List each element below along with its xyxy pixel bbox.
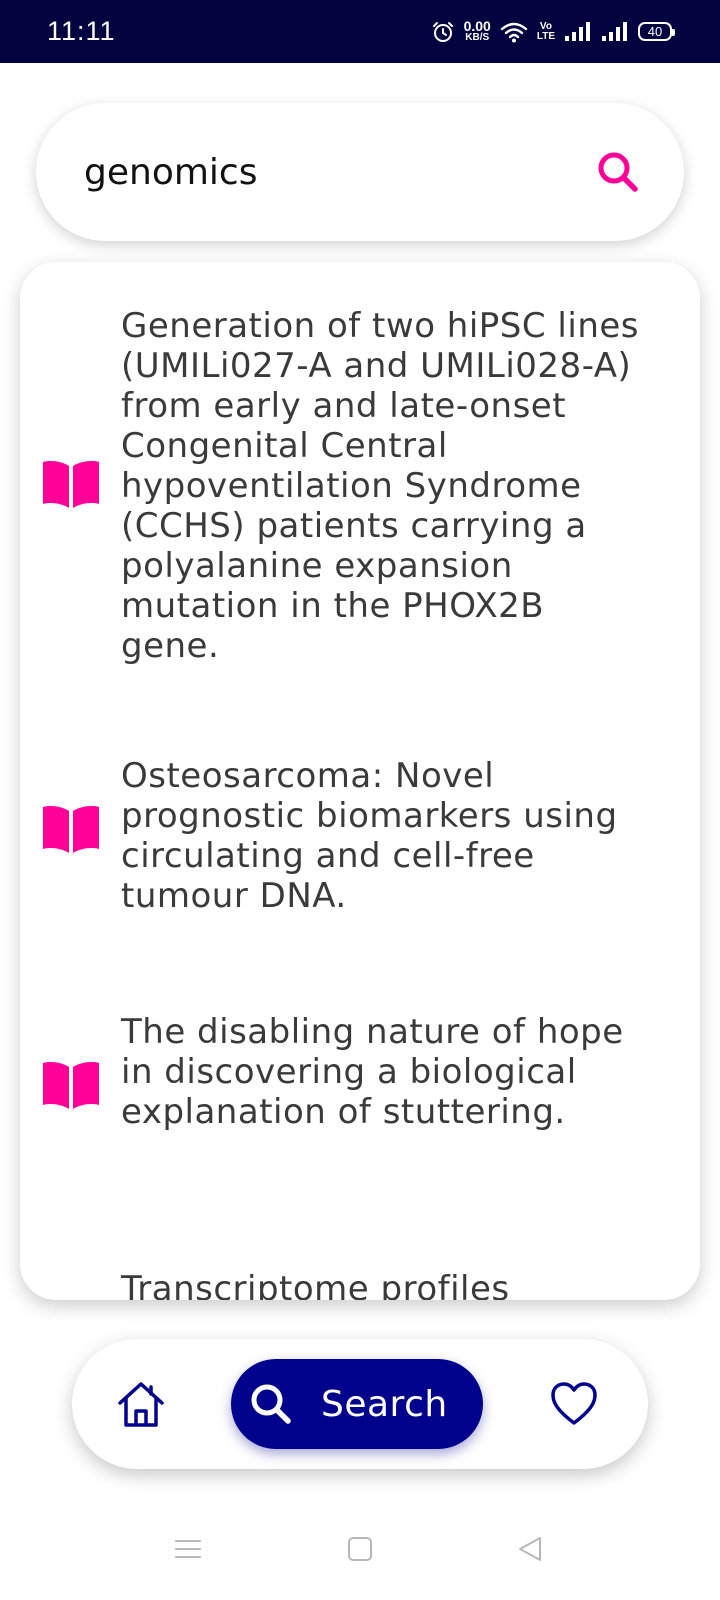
search-input[interactable]: [84, 151, 594, 193]
network-speed-unit: KB/S: [465, 31, 490, 43]
search-icon: [251, 1384, 291, 1424]
list-item[interactable]: Generation of two hiPSC lines (UMILi027-…: [20, 306, 700, 666]
network-speed: 0.00 KB/S: [463, 17, 491, 43]
results-list: Generation of two hiPSC lines (UMILi027-…: [20, 262, 700, 1300]
home-square-icon[interactable]: [346, 1535, 374, 1563]
status-bar: 11:11 0.00 KB/S Vo LTE 40: [0, 0, 720, 63]
signal-icon: [565, 21, 590, 41]
nav-search-button[interactable]: Search: [231, 1359, 483, 1449]
nav-search-label: Search: [321, 1383, 448, 1425]
wifi-icon: [500, 22, 528, 42]
battery-level: 40: [647, 24, 663, 39]
home-icon[interactable]: [116, 1379, 166, 1429]
result-title: Transcriptome profiles: [121, 1269, 510, 1300]
system-navigation-bar: [0, 1520, 720, 1592]
network-speed-value: 0.00: [463, 17, 491, 34]
list-item[interactable]: The disabling nature of hope in discover…: [20, 1012, 700, 1172]
menu-icon[interactable]: [174, 1535, 202, 1563]
list-item[interactable]: Transcriptome profiles: [20, 1269, 700, 1300]
status-time: 11:11: [47, 16, 116, 46]
volte-bottom-text: LTE: [536, 30, 555, 42]
book-icon: [43, 806, 99, 853]
search-icon: [598, 152, 638, 192]
battery-icon: 40: [638, 22, 675, 41]
result-title: Generation of two hiPSC lines (UMILi027-…: [121, 306, 640, 666]
volte-top-text: Vo: [539, 20, 552, 32]
list-item[interactable]: Osteosarcoma: Novel prognostic biomarker…: [20, 756, 700, 916]
search-bar: [36, 103, 684, 241]
status-icons: 0.00 KB/S Vo LTE 40: [431, 17, 675, 44]
book-icon: [43, 461, 99, 508]
bottom-navigation: Search: [72, 1339, 648, 1469]
search-button[interactable]: [594, 148, 642, 196]
signal-icon: [602, 21, 627, 41]
back-icon[interactable]: [516, 1535, 544, 1563]
result-title: The disabling nature of hope in discover…: [121, 1012, 624, 1132]
alarm-icon: [432, 21, 453, 42]
volte-icon: Vo LTE: [536, 20, 555, 42]
heart-icon[interactable]: [550, 1381, 598, 1427]
book-icon: [43, 1062, 99, 1109]
result-title: Osteosarcoma: Novel prognostic biomarker…: [121, 756, 618, 916]
